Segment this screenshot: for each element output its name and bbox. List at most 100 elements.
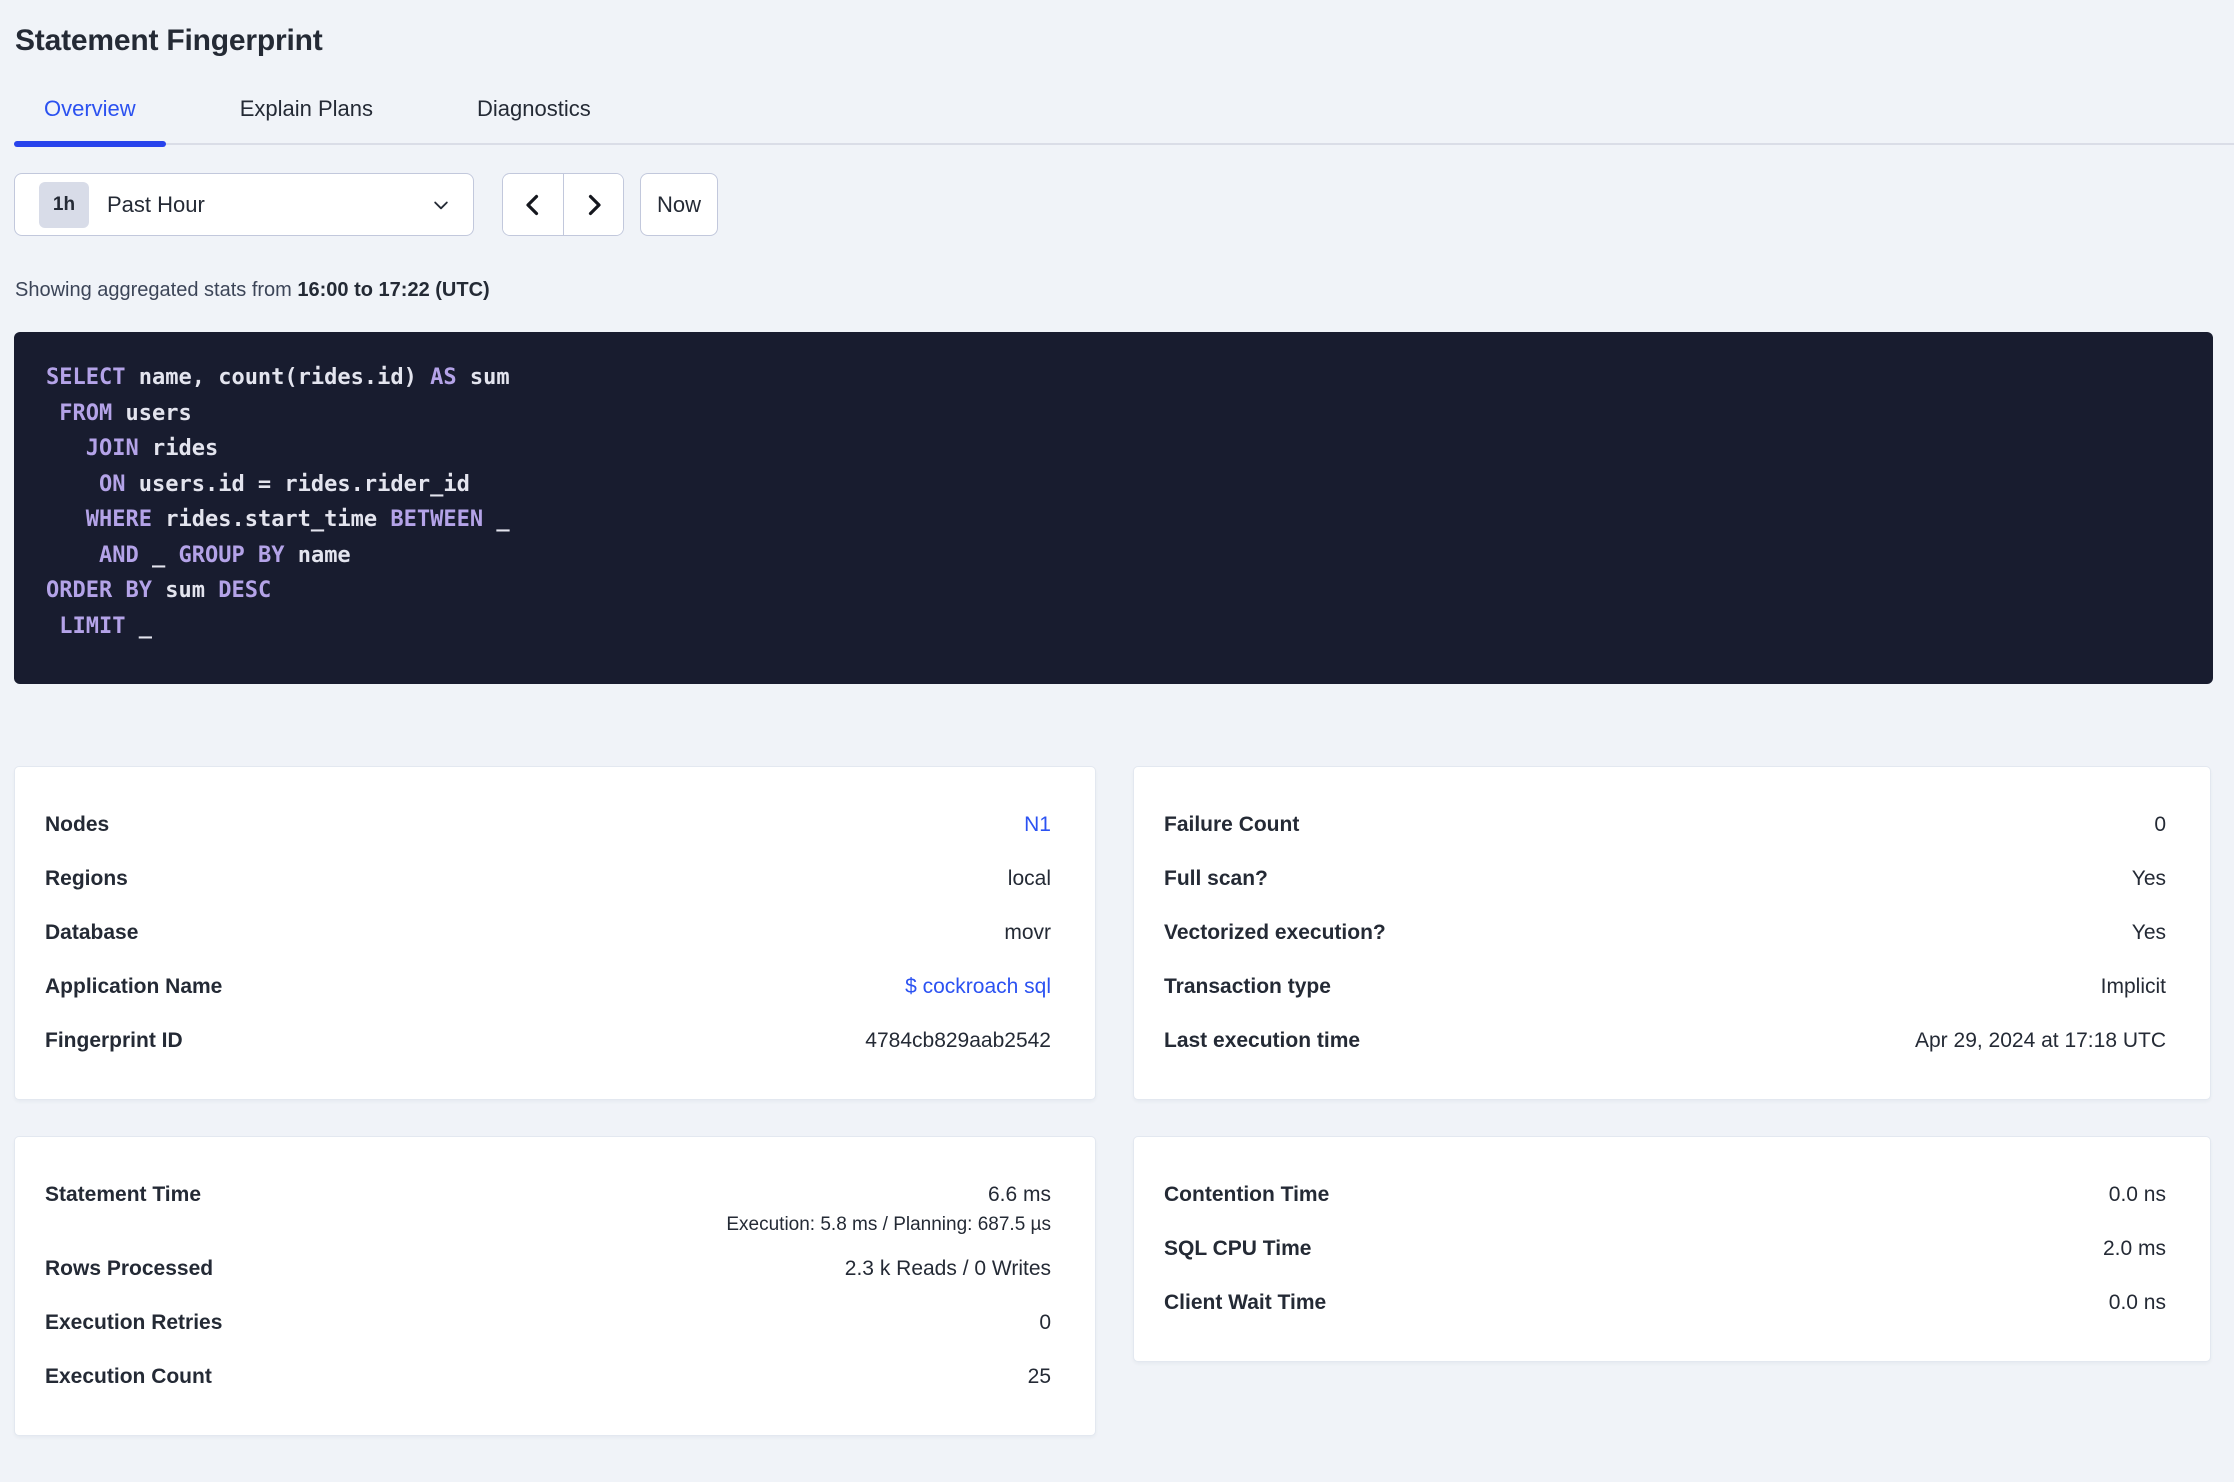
sql-text: users (112, 400, 192, 426)
sql-text: sum (151, 578, 219, 603)
next-interval-button[interactable] (563, 174, 623, 235)
info-label: Database (45, 921, 139, 944)
statement-fingerprint-page: Statement Fingerprint Overview Explain Pl… (0, 24, 2234, 1482)
sql-text: sum (456, 365, 510, 390)
sql-keyword: DESC (218, 578, 272, 603)
info-label: Fingerprint ID (45, 1029, 183, 1052)
info-label: Nodes (45, 813, 110, 836)
sql-keyword: FROM (59, 400, 113, 426)
info-value: 0.0 ns (2108, 1183, 2166, 1206)
info-value: 0.0 ns (2108, 1291, 2166, 1314)
sql-keyword: LIMIT (59, 613, 126, 639)
info-label: SQL CPU Time (1164, 1237, 1312, 1260)
info-value: Yes (2131, 921, 2166, 944)
info-row-vectorized-execution: Vectorized execution? Yes (1164, 906, 2166, 960)
info-row-transaction-type: Transaction type Implicit (1164, 960, 2166, 1014)
sql-text: rides.start_time (151, 507, 391, 532)
info-label: Statement Time (45, 1183, 201, 1206)
info-value: local (1007, 867, 1051, 890)
info-value-link[interactable]: $ cockroach sql (905, 975, 1051, 999)
info-value: 0 (1039, 1311, 1051, 1334)
info-value: Yes (2131, 867, 2166, 890)
info-row-fingerprint-id: Fingerprint ID 4784cb829aab2542 (45, 1014, 1051, 1068)
info-label: Transaction type (1164, 975, 1331, 998)
info-label: Application Name (45, 975, 223, 998)
info-value: 0 (2154, 813, 2166, 836)
info-row-contention-time: Contention Time 0.0 ns (1164, 1168, 2166, 1222)
time-picker-label: Past Hour (107, 191, 205, 217)
sql-line: LIMIT _ (46, 609, 2181, 645)
aggregation-note-prefix: Showing aggregated stats from (15, 279, 298, 301)
now-button[interactable]: Now (640, 173, 718, 236)
info-value-link[interactable]: N1 (1024, 813, 1051, 837)
sql-text: _ (483, 507, 510, 532)
sql-text: _ (138, 542, 179, 568)
info-label: Last execution time (1164, 1029, 1361, 1052)
tab-overview[interactable]: Overview (14, 96, 166, 147)
summary-cards: Nodes N1 Regions local Database movr Applicati… (14, 766, 2234, 1436)
info-row-execution-count: Execution Count 25 (45, 1350, 1051, 1404)
interval-badge: 1h (39, 181, 89, 228)
info-row-regions: Regions local (45, 852, 1051, 906)
sql-statement: SELECT name, count(rides.id) AS sum FROM… (14, 332, 2213, 684)
sql-keyword: WHERE (85, 507, 152, 532)
statement-stats-card: Statement Time 6.6 ms Execution: 5.8 ms / … (14, 1136, 1096, 1436)
info-label: Failure Count (1164, 813, 1300, 836)
aggregation-note: Showing aggregated stats from 16:00 to 1… (15, 279, 2234, 302)
info-value: 2.0 ms (2102, 1237, 2166, 1260)
tab-explain-plans[interactable]: Explain Plans (210, 96, 403, 143)
info-value: 6.6 ms (987, 1183, 1051, 1206)
sql-keyword: SELECT (46, 365, 126, 390)
info-row-database: Database movr (45, 906, 1051, 960)
info-label: Contention Time (1164, 1183, 1330, 1206)
info-row-full-scan: Full scan? Yes (1164, 852, 2166, 906)
sql-text: _ (125, 613, 152, 639)
info-row-last-execution-time: Last execution time Apr 29, 2024 at 17:18… (1164, 1014, 2166, 1068)
info-row-execution-retries: Execution Retries 0 (45, 1296, 1051, 1350)
info-label: Vectorized execution? (1164, 921, 1386, 944)
chevron-right-icon (582, 193, 606, 217)
info-value: 4784cb829aab2542 (865, 1029, 1051, 1052)
sql-keyword: AND (98, 542, 139, 568)
info-value: Apr 29, 2024 at 17:18 UTC (1915, 1029, 2166, 1052)
sql-keyword: JOIN (85, 436, 139, 461)
time-controls: 1h Past Hour Now (14, 173, 2234, 236)
chevron-left-icon (521, 193, 545, 217)
info-row-failure-count: Failure Count 0 (1164, 798, 2166, 852)
sql-line: SELECT name, count(rides.id) AS sum (46, 360, 2181, 396)
tab-diagnostics[interactable]: Diagnostics (447, 96, 621, 143)
sql-text: name, count(rides.id) (125, 365, 431, 390)
sql-keyword: AS (430, 365, 457, 390)
sql-keyword: GROUP BY (178, 542, 285, 568)
aggregation-note-range: 16:00 to 17:22 (UTC) (297, 279, 490, 301)
tab-bar: Overview Explain Plans Diagnostics (14, 96, 2234, 147)
info-label: Regions (45, 867, 128, 890)
info-label: Client Wait Time (1164, 1291, 1327, 1314)
info-value: Implicit (2100, 975, 2166, 998)
page-title: Statement Fingerprint (15, 24, 323, 57)
info-label: Full scan? (1164, 867, 1268, 890)
info-value: movr (1004, 921, 1051, 944)
info-row-sql-cpu-time: SQL CPU Time 2.0 ms (1164, 1222, 2166, 1276)
sql-line: WHERE rides.start_time BETWEEN _ (46, 502, 2181, 538)
info-label: Rows Processed (45, 1257, 214, 1280)
prev-interval-button[interactable] (503, 174, 563, 235)
info-label: Execution Retries (45, 1311, 223, 1334)
sql-text: rides (138, 436, 219, 461)
sql-line: ON users.id = rides.rider_id (46, 467, 2181, 503)
chevron-down-icon (431, 195, 451, 215)
info-label: Execution Count (45, 1365, 212, 1388)
info-row-client-wait-time: Client Wait Time 0.0 ns (1164, 1276, 2166, 1330)
sql-keyword: BETWEEN (390, 507, 484, 532)
execution-attributes-card: Failure Count 0 Full scan? Yes Vectorized ex… (1133, 766, 2211, 1100)
time-interval-picker[interactable]: 1h Past Hour (14, 173, 474, 236)
sql-line: ORDER BY sum DESC (46, 573, 2181, 609)
info-row-application-name: Application Name $ cockroach sql (45, 960, 1051, 1014)
sql-line: AND _ GROUP BY name (46, 538, 2181, 574)
